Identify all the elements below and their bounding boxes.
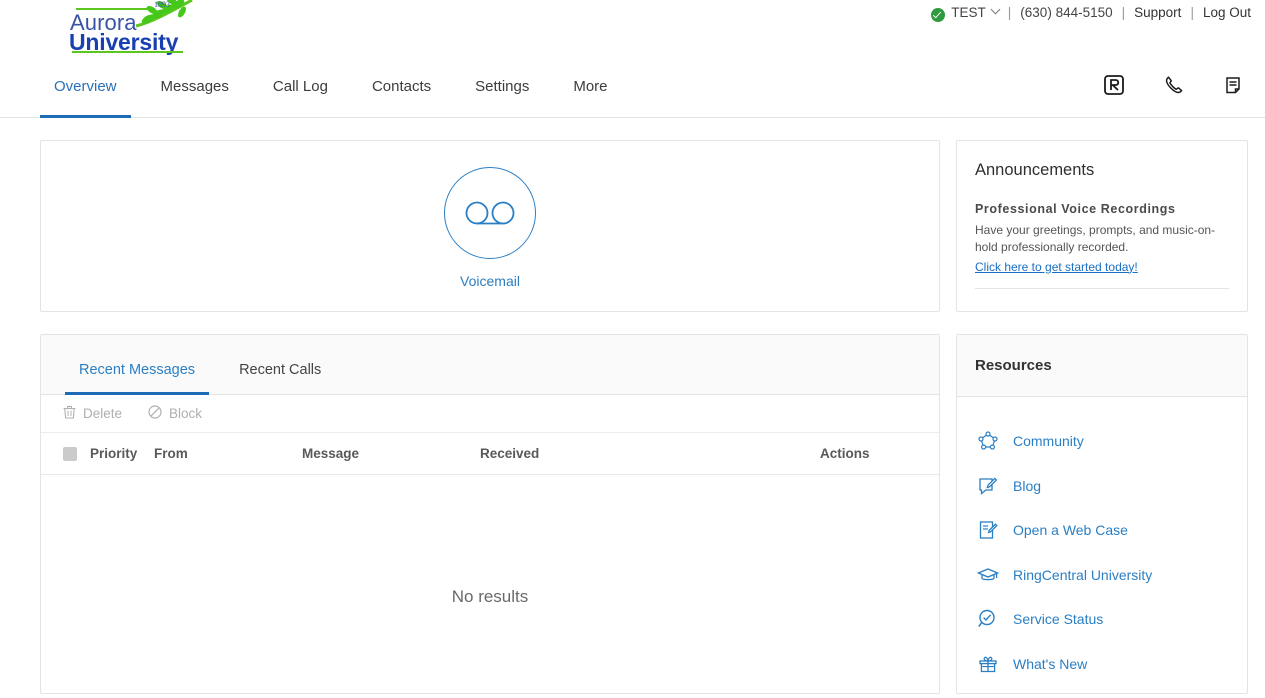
resources-list: Community Blog Open a Web Case RingCentr… xyxy=(957,397,1247,686)
logo-year: 1893 xyxy=(154,0,170,9)
column-header-actions: Actions xyxy=(820,446,870,461)
nav-tab-settings[interactable]: Settings xyxy=(461,62,543,118)
recent-activity-tabs: Recent Messages Recent Calls xyxy=(41,335,939,395)
magnifier-check-icon xyxy=(977,608,999,630)
messages-table-header: Priority From Message Received Actions xyxy=(41,433,939,475)
voicemail-shortcut[interactable]: Voicemail xyxy=(444,167,536,289)
resource-item-ringcentral-university[interactable]: RingCentral University xyxy=(976,553,1247,598)
column-header-message[interactable]: Message xyxy=(302,446,480,461)
resource-label: Service Status xyxy=(1013,611,1104,628)
delete-button[interactable]: Delete xyxy=(63,405,122,422)
resource-item-service-status[interactable]: Service Status xyxy=(977,597,1247,642)
fax-document-icon[interactable] xyxy=(1223,74,1245,98)
announcement-divider xyxy=(975,287,1229,289)
recent-activity-card: Recent Messages Recent Calls Delete Bloc… xyxy=(40,334,940,694)
resource-label: What's New xyxy=(1013,655,1088,672)
side-column: Announcements Professional Voice Recordi… xyxy=(956,140,1248,694)
page-content: Voicemail Recent Messages Recent Calls D… xyxy=(0,118,1265,694)
main-navigation: Overview Messages Call Log Contacts Sett… xyxy=(0,62,1265,118)
voicemail-label: Voicemail xyxy=(460,273,520,289)
nav-tab-messages[interactable]: Messages xyxy=(147,62,243,118)
green-check-icon xyxy=(931,7,946,22)
log-out-link[interactable]: Log Out xyxy=(1203,5,1251,20)
aurora-university-logo[interactable]: Aurora University 1893 xyxy=(36,0,193,58)
announcement-body: Have your greetings, prompts, and music-… xyxy=(975,223,1216,255)
resources-title: Resources xyxy=(957,335,1247,397)
separator-2: | xyxy=(1121,5,1126,20)
empty-state-text: No results xyxy=(451,587,529,606)
select-all-checkbox[interactable] xyxy=(63,446,77,461)
resource-label: Community xyxy=(1013,433,1084,450)
column-header-from[interactable]: From xyxy=(154,446,302,461)
community-network-icon xyxy=(977,430,999,452)
block-label: Block xyxy=(169,406,203,421)
delete-label: Delete xyxy=(83,406,123,421)
announcements-title: Announcements xyxy=(975,161,1095,179)
account-name[interactable]: TEST xyxy=(951,5,986,20)
separator-1: | xyxy=(1007,5,1012,20)
separator-3: | xyxy=(1190,5,1194,20)
chevron-down-icon[interactable] xyxy=(990,4,1001,15)
resource-item-open-a-web-case[interactable]: Open a Web Case xyxy=(977,508,1247,553)
utility-links: TEST | (630) 844-5150 | Support | Log Ou… xyxy=(931,4,1251,22)
nav-icon-group xyxy=(1103,74,1245,98)
tab-recent-messages[interactable]: Recent Messages xyxy=(65,362,210,395)
ringcentral-logo-icon[interactable] xyxy=(1103,74,1125,98)
block-button[interactable]: Block xyxy=(148,405,202,422)
nav-tab-list: Overview Messages Call Log Contacts Sett… xyxy=(40,62,638,118)
main-column: Voicemail Recent Messages Recent Calls D… xyxy=(40,140,940,694)
resource-label: RingCentral University xyxy=(1013,566,1153,583)
block-circle-slash-icon xyxy=(148,405,162,422)
nav-tab-contacts[interactable]: Contacts xyxy=(358,62,445,118)
nav-tab-call-log[interactable]: Call Log xyxy=(259,62,342,118)
resource-item-whats-new[interactable]: What's New xyxy=(977,642,1247,687)
logo-rule-bottom xyxy=(72,51,183,53)
resource-item-community[interactable]: Community xyxy=(977,419,1247,464)
announcement-subtitle: Professional Voice Recordings xyxy=(975,202,1176,216)
account-phone-number: (630) 844-5150 xyxy=(1020,5,1113,20)
messages-toolbar: Delete Block xyxy=(41,395,939,433)
web-case-document-icon xyxy=(977,519,999,541)
resources-card: Resources Community Blog Open a Web Case… xyxy=(956,334,1248,694)
nav-tab-more[interactable]: More xyxy=(559,62,621,118)
top-utility-bar: Aurora University 1893 TEST | (630) 844-… xyxy=(0,0,1265,62)
resource-label: Open a Web Case xyxy=(1013,522,1128,539)
graduation-cap-icon xyxy=(976,564,1000,586)
announcement-link[interactable]: Click here to get started today! xyxy=(975,260,1138,274)
blog-pencil-icon xyxy=(977,475,999,497)
tab-recent-calls[interactable]: Recent Calls xyxy=(225,362,335,394)
column-header-priority[interactable]: Priority xyxy=(90,446,154,461)
nav-tab-overview[interactable]: Overview xyxy=(40,62,131,118)
voicemail-icon[interactable] xyxy=(444,167,536,259)
resource-label: Blog xyxy=(1013,477,1042,494)
resource-item-blog[interactable]: Blog xyxy=(977,464,1247,509)
trash-icon xyxy=(63,405,76,422)
column-header-received[interactable]: Received xyxy=(480,446,820,461)
phone-handset-icon[interactable] xyxy=(1163,74,1185,98)
announcements-card: Announcements Professional Voice Recordi… xyxy=(956,140,1248,312)
support-link[interactable]: Support xyxy=(1134,5,1181,20)
gift-box-icon xyxy=(977,653,999,675)
voicemail-card: Voicemail xyxy=(40,140,940,312)
